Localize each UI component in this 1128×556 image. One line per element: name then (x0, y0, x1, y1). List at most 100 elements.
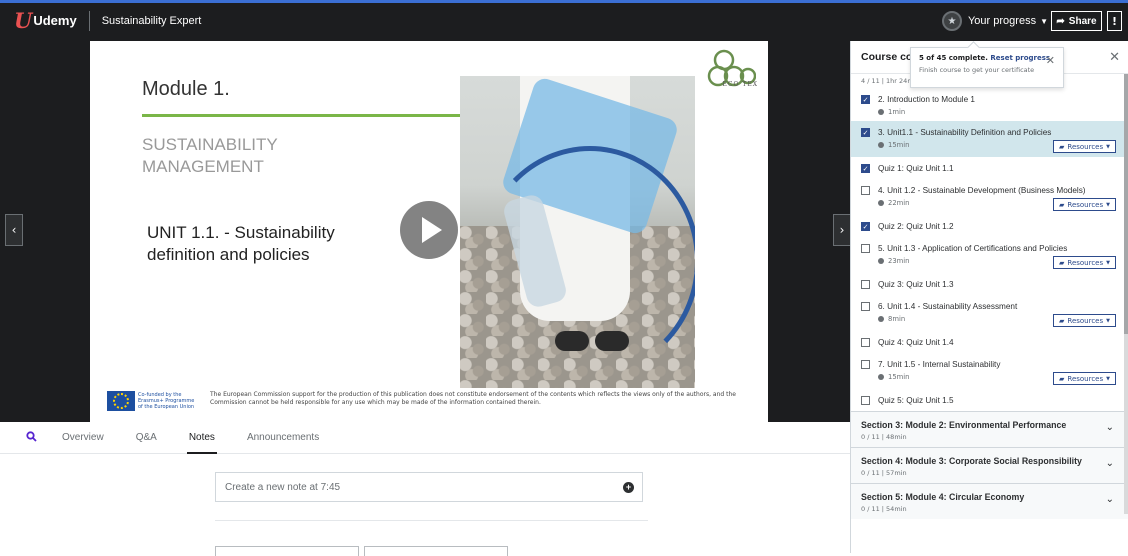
lecture-checkbox[interactable] (861, 396, 870, 405)
lecture-checkbox[interactable] (861, 338, 870, 347)
tab-qa[interactable]: Q&A (136, 422, 157, 454)
chevron-down-icon: ▼ (1040, 16, 1048, 26)
lecture-checkbox[interactable]: ✓ (861, 95, 870, 104)
lecture-checkbox[interactable]: ✓ (861, 164, 870, 173)
section-header[interactable]: Section 5: Module 4: Circular Economy 0 /… (851, 483, 1128, 519)
duration-text: 1min (888, 108, 906, 116)
lecture-title: 3. Unit1.1 - Sustainability Definition a… (878, 128, 1052, 137)
section-list: Section 3: Module 2: Environmental Perfo… (851, 411, 1128, 519)
chevron-down-icon: ▼ (1106, 317, 1110, 324)
lecture-item[interactable]: 5. Unit 1.3 - Application of Certificati… (851, 237, 1128, 273)
lecture-item[interactable]: ✓ 3. Unit1.1 - Sustainability Definition … (851, 121, 1128, 157)
section-header[interactable]: Section 4: Module 3: Corporate Social Re… (851, 447, 1128, 483)
resources-button[interactable]: ▰ Resources ▼ (1053, 256, 1116, 269)
search-icon[interactable] (26, 430, 42, 445)
play-button[interactable] (400, 201, 458, 259)
finish-course-text: Finish course to get your certificate (919, 66, 1035, 74)
section-meta: 0 / 11 | 57min (861, 469, 907, 477)
folder-icon: ▰ (1059, 316, 1065, 325)
slide-disclaimer: The European Commission support for the … (210, 391, 736, 406)
more-options-button[interactable]: ! (1107, 11, 1122, 31)
top-bar: U Udemy Sustainability Expert ★ Your pro… (0, 0, 1128, 41)
share-label: Share (1068, 15, 1097, 27)
notes-divider (215, 520, 648, 521)
resources-label: Resources (1067, 374, 1104, 383)
eco-brand-text: ECO TEX (722, 81, 758, 88)
lecture-title: Quiz 3: Quiz Unit 1.3 (878, 280, 954, 289)
lecture-item[interactable]: ✓ Quiz 2: Quiz Unit 1.2 (851, 215, 1128, 237)
share-button[interactable]: ➦ Share (1051, 11, 1102, 31)
resources-label: Resources (1067, 200, 1104, 209)
udemy-logo[interactable]: U Udemy (14, 8, 77, 33)
course-content-sidebar: Course content ✕ 4 / 11 | 1hr 24min ✓ 2. … (850, 41, 1128, 553)
eu-funding-text: Co-funded by the Erasmus+ Programme of t… (138, 392, 195, 410)
resources-button[interactable]: ▰ Resources ▼ (1053, 198, 1116, 211)
video-player[interactable]: Module 1. SUSTAINABILITY MANAGEMENT UNIT… (0, 41, 851, 422)
logo-text: Udemy (33, 13, 77, 28)
slide-accent-line (142, 114, 482, 117)
lecture-duration: 1min (878, 108, 1118, 116)
lecture-title: 2. Introduction to Module 1 (878, 95, 975, 104)
add-note-icon[interactable]: + (623, 482, 634, 493)
section-title: Section 5: Module 4: Circular Economy (861, 492, 1025, 502)
sidebar-scrollbar[interactable] (1124, 74, 1128, 514)
sort-filter-dropdown[interactable] (364, 546, 508, 556)
play-circle-icon (878, 200, 884, 206)
lecture-body: Quiz 3: Quiz Unit 1.3 (878, 279, 1118, 290)
tab-announcements[interactable]: Announcements (247, 422, 319, 454)
lecture-checkbox[interactable] (861, 360, 870, 369)
section-meta: 0 / 11 | 54min (861, 505, 907, 513)
lecture-item[interactable]: 4. Unit 1.2 - Sustainable Development (B… (851, 179, 1128, 215)
chevron-down-icon: ⌄ (1105, 458, 1114, 469)
play-circle-icon (878, 316, 884, 322)
resources-label: Resources (1067, 316, 1104, 325)
lecture-item[interactable]: Quiz 3: Quiz Unit 1.3 (851, 273, 1128, 295)
udemy-logo-icon: U (14, 8, 32, 33)
lecture-checkbox[interactable]: ✓ (861, 128, 870, 137)
lecture-checkbox[interactable] (861, 186, 870, 195)
lecture-item[interactable]: 7. Unit 1.5 - Internal Sustainability 15m… (851, 353, 1128, 389)
lecture-item[interactable]: 6. Unit 1.4 - Sustainability Assessment 8… (851, 295, 1128, 331)
lecture-title: Quiz 1: Quiz Unit 1.1 (878, 164, 954, 173)
duration-text: 15min (888, 373, 910, 381)
lecture-title: Quiz 2: Quiz Unit 1.2 (878, 222, 954, 231)
slide-photo (460, 76, 695, 388)
lecture-item[interactable]: Quiz 5: Quiz Unit 1.5 (851, 389, 1128, 411)
resources-button[interactable]: ▰ Resources ▼ (1053, 314, 1116, 327)
section-title: Section 3: Module 2: Environmental Perfo… (861, 420, 1067, 430)
close-icon[interactable]: ✕ (1109, 50, 1120, 65)
duration-text: 23min (888, 257, 910, 265)
lecture-item[interactable]: ✓ Quiz 1: Quiz Unit 1.1 (851, 157, 1128, 179)
lecture-item[interactable]: ✓ 2. Introduction to Module 1 1min (851, 88, 1128, 121)
lecture-checkbox[interactable] (861, 244, 870, 253)
previous-lecture-button[interactable]: ‹ (5, 214, 23, 246)
resources-button[interactable]: ▰ Resources ▼ (1053, 372, 1116, 385)
course-title[interactable]: Sustainability Expert (102, 15, 202, 27)
next-lecture-button[interactable]: › (833, 214, 851, 246)
progress-dropdown[interactable]: ★ Your progress ▼ (941, 11, 1048, 31)
lecture-checkbox[interactable]: ✓ (861, 222, 870, 231)
lecture-checkbox[interactable] (861, 280, 870, 289)
resources-label: Resources (1067, 258, 1104, 267)
header-divider (88, 10, 90, 31)
chevron-down-icon: ⌄ (1105, 422, 1114, 433)
lecture-body: Quiz 5: Quiz Unit 1.5 (878, 395, 1118, 406)
lecture-title: 5. Unit 1.3 - Application of Certificati… (878, 244, 1068, 253)
section-header[interactable]: Section 3: Module 2: Environmental Perfo… (851, 411, 1128, 447)
slide-module-title: Module 1. (142, 78, 230, 100)
lecture-filter-dropdown[interactable] (215, 546, 359, 556)
tooltip-close-icon[interactable]: ✕ (1046, 54, 1055, 67)
create-note-input[interactable]: Create a new note at 7:45 + (215, 472, 643, 502)
play-circle-icon (878, 258, 884, 264)
lecture-slide: Module 1. SUSTAINABILITY MANAGEMENT UNIT… (90, 41, 768, 422)
reset-progress-link[interactable]: Reset progress (990, 54, 1050, 62)
resources-button[interactable]: ▰ Resources ▼ (1053, 140, 1116, 153)
lecture-checkbox[interactable] (861, 302, 870, 311)
slide-unit-title: UNIT 1.1. - Sustainability definition an… (147, 223, 335, 264)
tab-overview[interactable]: Overview (62, 422, 104, 454)
lecture-item[interactable]: Quiz 4: Quiz Unit 1.4 (851, 331, 1128, 353)
lecture-title: Quiz 4: Quiz Unit 1.4 (878, 338, 954, 347)
play-circle-icon (878, 109, 884, 115)
folder-icon: ▰ (1059, 258, 1065, 267)
tab-notes[interactable]: Notes (186, 422, 218, 454)
